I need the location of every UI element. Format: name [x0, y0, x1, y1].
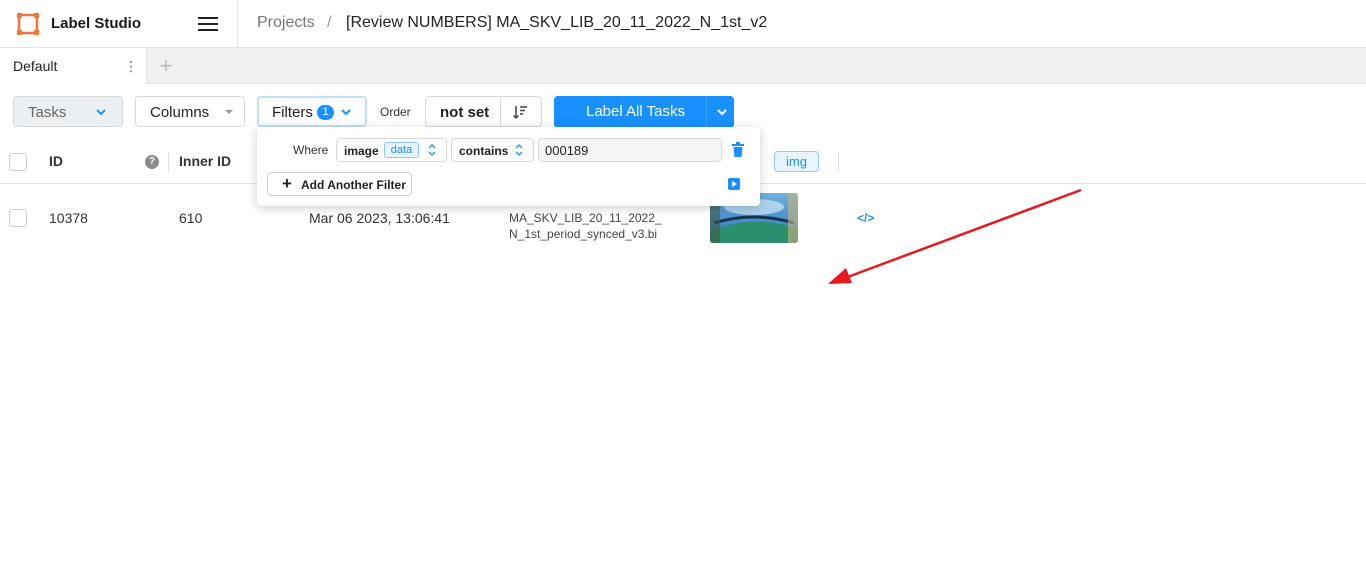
tab-default[interactable]: Default ⋮ — [0, 48, 147, 84]
add-another-filter-label: Add Another Filter — [301, 178, 406, 192]
annotation-arrow-icon — [828, 188, 1082, 284]
brand-name: Label Studio — [51, 15, 141, 32]
label-studio-logo-icon — [17, 13, 39, 35]
column-divider — [168, 152, 169, 172]
order-value: not set — [440, 104, 490, 121]
label-all-tasks-label: Label All Tasks — [586, 103, 685, 120]
label-all-tasks-button[interactable]: Label All Tasks — [554, 96, 734, 128]
tasks-dropdown[interactable]: Tasks — [13, 96, 123, 127]
up-down-chevron-icon — [515, 144, 523, 156]
tasks-label: Tasks — [28, 104, 67, 121]
row-created-at: Mar 06 2023, 13:06:41 — [309, 210, 450, 226]
delete-filter-trash-icon[interactable] — [731, 142, 745, 158]
row-file-path-line: N_1st_period_synced_v3.bi — [509, 227, 658, 241]
help-icon[interactable]: ? — [145, 155, 159, 169]
filters-popup: Where image data contains + Add Another … — [257, 127, 760, 206]
breadcrumb-projects-link[interactable]: Projects — [257, 14, 315, 32]
order-divider — [500, 97, 501, 126]
filters-button[interactable]: Filters 1 — [257, 96, 367, 127]
columns-label: Columns — [150, 104, 210, 121]
sort-direction-icon[interactable] — [512, 104, 528, 120]
chevron-down-icon[interactable] — [715, 105, 729, 119]
select-all-checkbox[interactable] — [9, 153, 27, 171]
filter-value-input[interactable] — [538, 138, 722, 162]
column-divider — [838, 152, 839, 172]
top-navigation-bar: Label Studio Projects / [Review NUMBERS]… — [0, 0, 1366, 48]
filter-field-value: image — [344, 144, 379, 158]
filter-where-label: Where — [293, 143, 329, 157]
chevron-down-icon — [341, 109, 351, 116]
columns-dropdown[interactable]: Columns — [135, 96, 245, 127]
filter-operator-value: contains — [459, 144, 509, 158]
header-divider — [237, 0, 238, 48]
filter-operator-select[interactable]: contains — [451, 138, 534, 162]
breadcrumb-separator: / — [327, 14, 332, 31]
tab-label: Default — [13, 58, 58, 74]
add-tab-icon[interactable]: + — [155, 53, 177, 79]
row-checkbox[interactable] — [9, 209, 27, 227]
row-inner-id: 610 — [179, 210, 203, 226]
column-header-inner-id[interactable]: Inner ID — [179, 153, 231, 169]
add-another-filter-button[interactable]: + Add Another Filter — [267, 172, 412, 196]
row-file-path-line: MA_SKV_LIB_20_11_2022_ — [509, 211, 662, 225]
label-all-split-divider — [706, 96, 707, 128]
caret-down-icon — [225, 110, 233, 114]
row-id: 10378 — [49, 210, 88, 226]
order-select[interactable]: not set — [425, 96, 542, 127]
order-label: Order — [380, 105, 411, 119]
filter-field-select[interactable]: image data — [336, 138, 447, 162]
code-icon[interactable]: </> — [857, 211, 874, 225]
row-file-path: MA_SKV_LIB_20_11_2022_ N_1st_period_sync… — [509, 210, 669, 242]
up-down-chevron-icon — [428, 144, 436, 156]
plus-icon: + — [282, 174, 292, 193]
tab-menu-icon[interactable]: ⋮ — [124, 57, 138, 75]
view-tab-bar: Default ⋮ + — [0, 48, 1366, 84]
filters-label: Filters — [272, 104, 313, 121]
chevron-down-icon — [96, 109, 106, 116]
filter-field-data-tag: data — [384, 142, 419, 158]
column-header-img-tag[interactable]: img — [774, 151, 819, 172]
apply-filter-play-icon[interactable] — [728, 178, 740, 190]
menu-hamburger-icon[interactable] — [196, 14, 220, 34]
filters-count-badge: 1 — [317, 105, 334, 120]
breadcrumb-project-title: [Review NUMBERS] MA_SKV_LIB_20_11_2022_N… — [346, 14, 768, 31]
column-header-id[interactable]: ID — [49, 153, 63, 169]
